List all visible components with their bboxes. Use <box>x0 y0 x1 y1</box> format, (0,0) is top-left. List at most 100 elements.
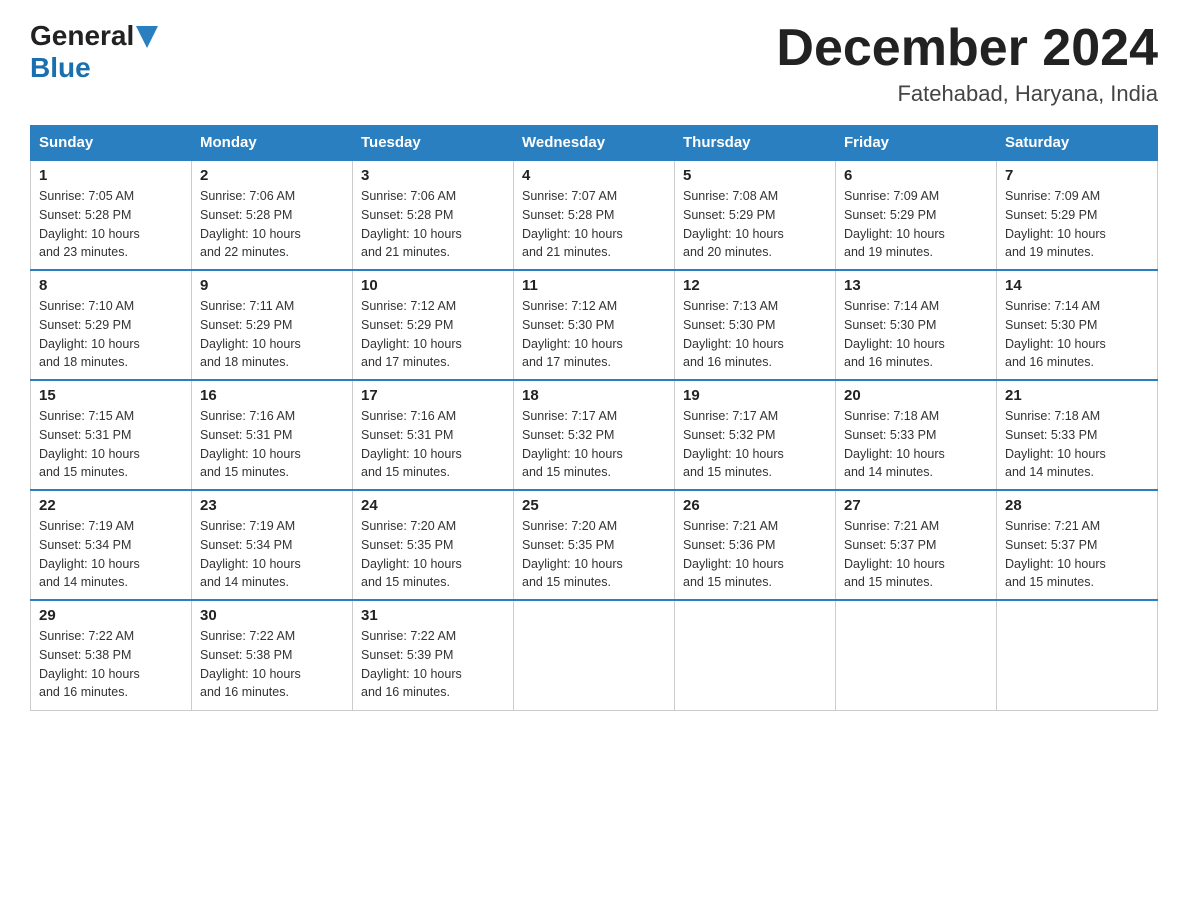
day-number: 13 <box>844 277 988 294</box>
weekday-header-sunday: Sunday <box>31 126 192 161</box>
day-info: Sunrise: 7:14 AMSunset: 5:30 PMDaylight:… <box>844 297 988 372</box>
day-number: 29 <box>39 607 183 624</box>
calendar-day-cell: 10Sunrise: 7:12 AMSunset: 5:29 PMDayligh… <box>353 270 514 380</box>
calendar-day-cell: 2Sunrise: 7:06 AMSunset: 5:28 PMDaylight… <box>192 160 353 270</box>
day-number: 6 <box>844 167 988 184</box>
day-number: 17 <box>361 387 505 404</box>
day-number: 7 <box>1005 167 1149 184</box>
calendar-week-row: 1 Sunrise: 7:05 AMSunset: 5:28 PMDaylight… <box>31 160 1158 270</box>
calendar-day-cell: 28Sunrise: 7:21 AMSunset: 5:37 PMDayligh… <box>997 490 1158 600</box>
calendar-week-row: 8 Sunrise: 7:10 AMSunset: 5:29 PMDaylight… <box>31 270 1158 380</box>
day-info: Sunrise: 7:11 AMSunset: 5:29 PMDaylight:… <box>200 297 344 372</box>
calendar-day-cell: 30 Sunrise: 7:22 AMSunset: 5:38 PMDayligh… <box>192 600 353 710</box>
calendar-subtitle: Fatehabad, Haryana, India <box>776 81 1158 107</box>
day-number: 27 <box>844 497 988 514</box>
calendar-day-cell: 4 Sunrise: 7:07 AMSunset: 5:28 PMDaylight… <box>514 160 675 270</box>
day-info: Sunrise: 7:12 AMSunset: 5:29 PMDaylight:… <box>361 297 505 372</box>
day-number: 14 <box>1005 277 1149 294</box>
calendar-empty-cell <box>836 600 997 710</box>
calendar-day-cell: 18Sunrise: 7:17 AMSunset: 5:32 PMDayligh… <box>514 380 675 490</box>
day-info: Sunrise: 7:18 AMSunset: 5:33 PMDaylight:… <box>844 407 988 482</box>
calendar-week-row: 22 Sunrise: 7:19 AMSunset: 5:34 PMDayligh… <box>31 490 1158 600</box>
day-info: Sunrise: 7:19 AMSunset: 5:34 PMDaylight:… <box>200 517 344 592</box>
calendar-day-cell: 9Sunrise: 7:11 AMSunset: 5:29 PMDaylight… <box>192 270 353 380</box>
calendar-day-cell: 19Sunrise: 7:17 AMSunset: 5:32 PMDayligh… <box>675 380 836 490</box>
calendar-day-cell: 29 Sunrise: 7:22 AMSunset: 5:38 PMDayligh… <box>31 600 192 710</box>
calendar-day-cell: 26Sunrise: 7:21 AMSunset: 5:36 PMDayligh… <box>675 490 836 600</box>
calendar-day-cell: 24 Sunrise: 7:20 AMSunset: 5:35 PMDayligh… <box>353 490 514 600</box>
calendar-title: December 2024 <box>776 20 1158 77</box>
weekday-header-friday: Friday <box>836 126 997 161</box>
day-info: Sunrise: 7:07 AMSunset: 5:28 PMDaylight:… <box>522 187 666 262</box>
day-number: 4 <box>522 167 666 184</box>
day-info: Sunrise: 7:22 AMSunset: 5:39 PMDaylight:… <box>361 627 505 702</box>
calendar-table: SundayMondayTuesdayWednesdayThursdayFrid… <box>30 125 1158 711</box>
day-number: 5 <box>683 167 827 184</box>
logo-general-text: General <box>30 20 134 52</box>
page-header: General Blue December 2024 Fatehabad, Ha… <box>30 20 1158 107</box>
calendar-day-cell: 8 Sunrise: 7:10 AMSunset: 5:29 PMDaylight… <box>31 270 192 380</box>
calendar-day-cell: 3Sunrise: 7:06 AMSunset: 5:28 PMDaylight… <box>353 160 514 270</box>
calendar-day-cell: 14 Sunrise: 7:14 AMSunset: 5:30 PMDayligh… <box>997 270 1158 380</box>
day-number: 16 <box>200 387 344 404</box>
calendar-empty-cell <box>997 600 1158 710</box>
day-number: 31 <box>361 607 505 624</box>
day-info: Sunrise: 7:22 AMSunset: 5:38 PMDaylight:… <box>200 627 344 702</box>
day-number: 8 <box>39 277 183 294</box>
day-info: Sunrise: 7:15 AMSunset: 5:31 PMDaylight:… <box>39 407 183 482</box>
day-number: 19 <box>683 387 827 404</box>
weekday-header-saturday: Saturday <box>997 126 1158 161</box>
calendar-week-row: 29 Sunrise: 7:22 AMSunset: 5:38 PMDayligh… <box>31 600 1158 710</box>
calendar-day-cell: 11Sunrise: 7:12 AMSunset: 5:30 PMDayligh… <box>514 270 675 380</box>
day-info: Sunrise: 7:10 AMSunset: 5:29 PMDaylight:… <box>39 297 183 372</box>
calendar-week-row: 15 Sunrise: 7:15 AMSunset: 5:31 PMDayligh… <box>31 380 1158 490</box>
day-number: 1 <box>39 167 183 184</box>
weekday-header-monday: Monday <box>192 126 353 161</box>
day-number: 21 <box>1005 387 1149 404</box>
day-info: Sunrise: 7:09 AMSunset: 5:29 PMDaylight:… <box>1005 187 1149 262</box>
calendar-day-cell: 23 Sunrise: 7:19 AMSunset: 5:34 PMDayligh… <box>192 490 353 600</box>
day-info: Sunrise: 7:06 AMSunset: 5:28 PMDaylight:… <box>200 187 344 262</box>
day-number: 15 <box>39 387 183 404</box>
calendar-day-cell: 22 Sunrise: 7:19 AMSunset: 5:34 PMDayligh… <box>31 490 192 600</box>
weekday-header-wednesday: Wednesday <box>514 126 675 161</box>
calendar-day-cell: 1 Sunrise: 7:05 AMSunset: 5:28 PMDaylight… <box>31 160 192 270</box>
calendar-day-cell: 17Sunrise: 7:16 AMSunset: 5:31 PMDayligh… <box>353 380 514 490</box>
day-number: 20 <box>844 387 988 404</box>
day-info: Sunrise: 7:21 AMSunset: 5:37 PMDaylight:… <box>844 517 988 592</box>
day-info: Sunrise: 7:16 AMSunset: 5:31 PMDaylight:… <box>200 407 344 482</box>
day-number: 22 <box>39 497 183 514</box>
weekday-header-row: SundayMondayTuesdayWednesdayThursdayFrid… <box>31 126 1158 161</box>
calendar-day-cell: 25 Sunrise: 7:20 AMSunset: 5:35 PMDayligh… <box>514 490 675 600</box>
day-info: Sunrise: 7:22 AMSunset: 5:38 PMDaylight:… <box>39 627 183 702</box>
calendar-day-cell: 21Sunrise: 7:18 AMSunset: 5:33 PMDayligh… <box>997 380 1158 490</box>
day-info: Sunrise: 7:05 AMSunset: 5:28 PMDaylight:… <box>39 187 183 262</box>
calendar-day-cell: 31 Sunrise: 7:22 AMSunset: 5:39 PMDayligh… <box>353 600 514 710</box>
day-number: 28 <box>1005 497 1149 514</box>
day-number: 25 <box>522 497 666 514</box>
day-info: Sunrise: 7:13 AMSunset: 5:30 PMDaylight:… <box>683 297 827 372</box>
calendar-empty-cell <box>675 600 836 710</box>
day-number: 11 <box>522 277 666 294</box>
calendar-day-cell: 20 Sunrise: 7:18 AMSunset: 5:33 PMDayligh… <box>836 380 997 490</box>
logo: General Blue <box>30 20 158 84</box>
day-info: Sunrise: 7:19 AMSunset: 5:34 PMDaylight:… <box>39 517 183 592</box>
calendar-day-cell: 27 Sunrise: 7:21 AMSunset: 5:37 PMDayligh… <box>836 490 997 600</box>
weekday-header-thursday: Thursday <box>675 126 836 161</box>
day-info: Sunrise: 7:14 AMSunset: 5:30 PMDaylight:… <box>1005 297 1149 372</box>
day-number: 23 <box>200 497 344 514</box>
calendar-day-cell: 16 Sunrise: 7:16 AMSunset: 5:31 PMDayligh… <box>192 380 353 490</box>
day-info: Sunrise: 7:08 AMSunset: 5:29 PMDaylight:… <box>683 187 827 262</box>
day-number: 30 <box>200 607 344 624</box>
day-number: 24 <box>361 497 505 514</box>
weekday-header-tuesday: Tuesday <box>353 126 514 161</box>
calendar-day-cell: 7 Sunrise: 7:09 AMSunset: 5:29 PMDaylight… <box>997 160 1158 270</box>
calendar-day-cell: 15 Sunrise: 7:15 AMSunset: 5:31 PMDayligh… <box>31 380 192 490</box>
calendar-day-cell: 13 Sunrise: 7:14 AMSunset: 5:30 PMDayligh… <box>836 270 997 380</box>
calendar-day-cell: 12Sunrise: 7:13 AMSunset: 5:30 PMDayligh… <box>675 270 836 380</box>
day-number: 3 <box>361 167 505 184</box>
day-info: Sunrise: 7:20 AMSunset: 5:35 PMDaylight:… <box>522 517 666 592</box>
day-number: 26 <box>683 497 827 514</box>
day-number: 18 <box>522 387 666 404</box>
day-info: Sunrise: 7:20 AMSunset: 5:35 PMDaylight:… <box>361 517 505 592</box>
